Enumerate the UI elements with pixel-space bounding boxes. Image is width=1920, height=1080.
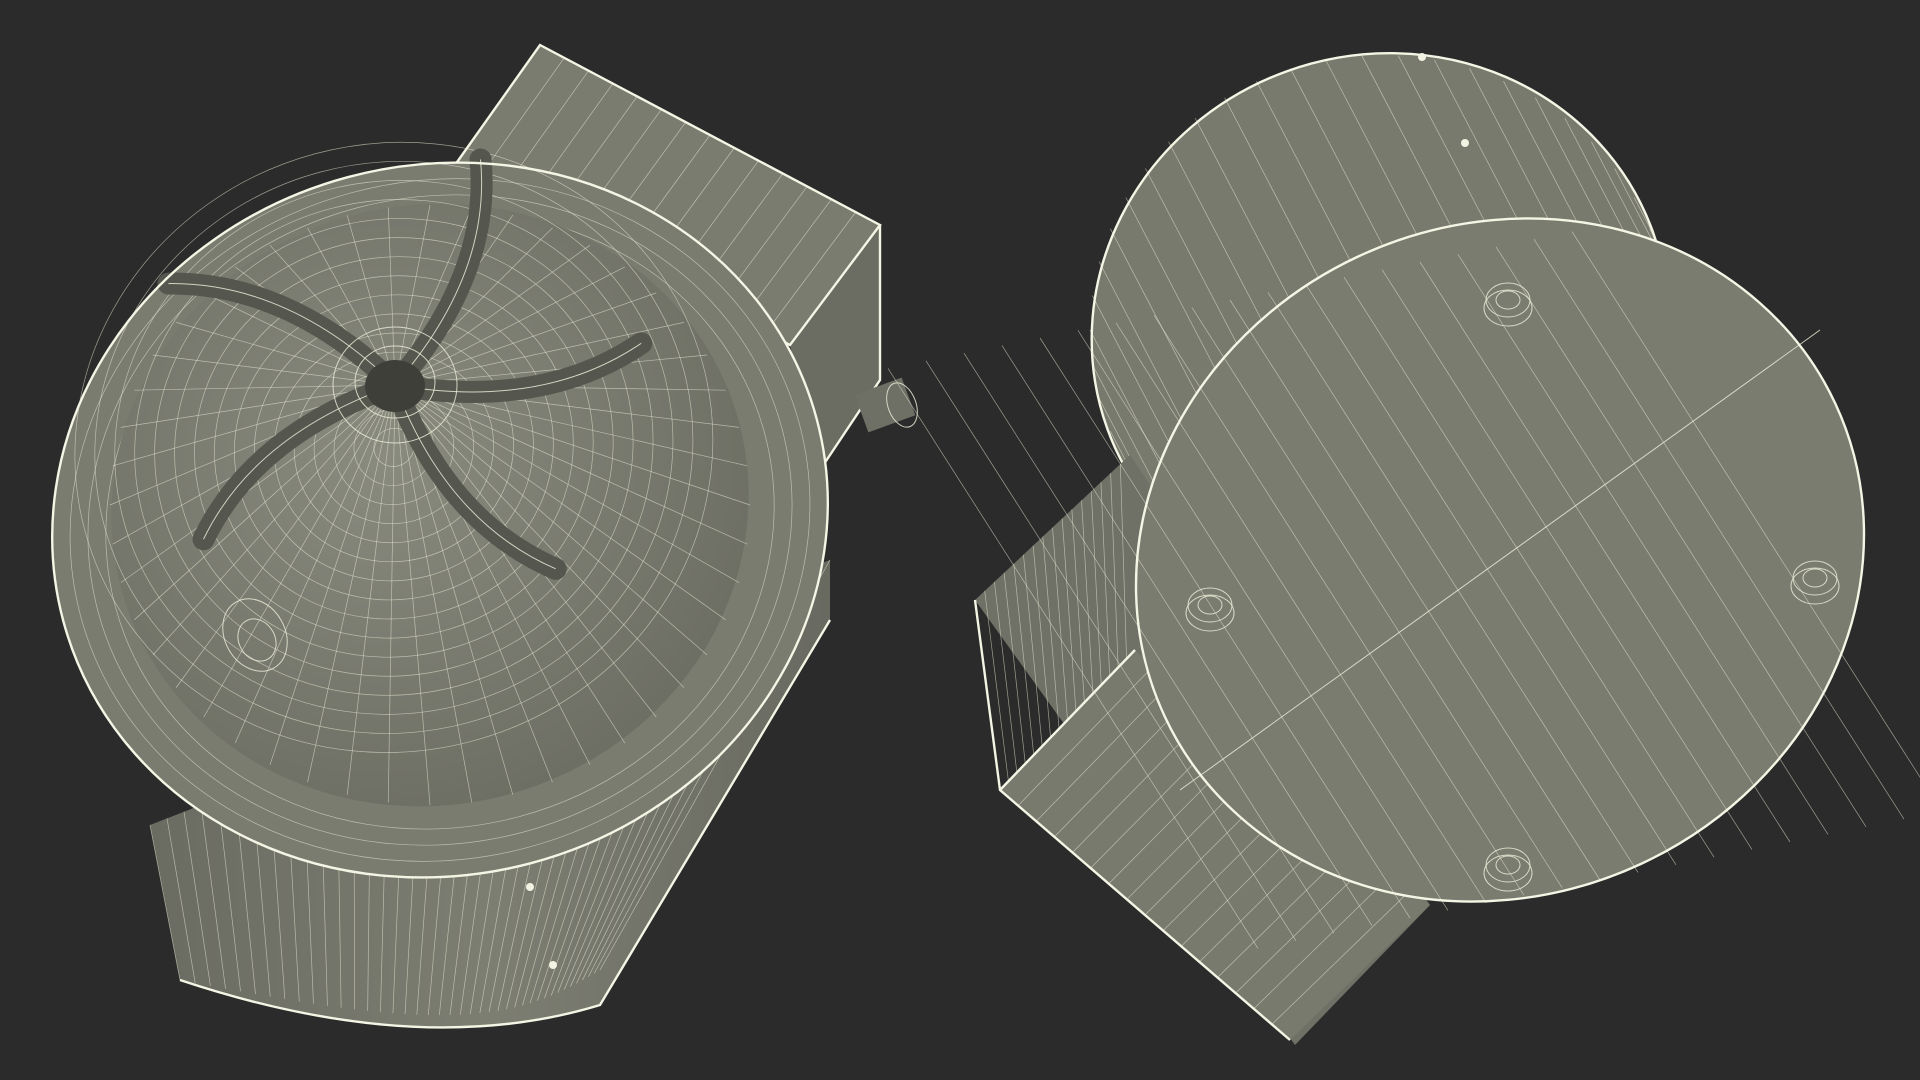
top-view-model xyxy=(51,43,918,1029)
render-canvas xyxy=(51,43,1920,1045)
bottom-view-model xyxy=(887,52,1920,1045)
